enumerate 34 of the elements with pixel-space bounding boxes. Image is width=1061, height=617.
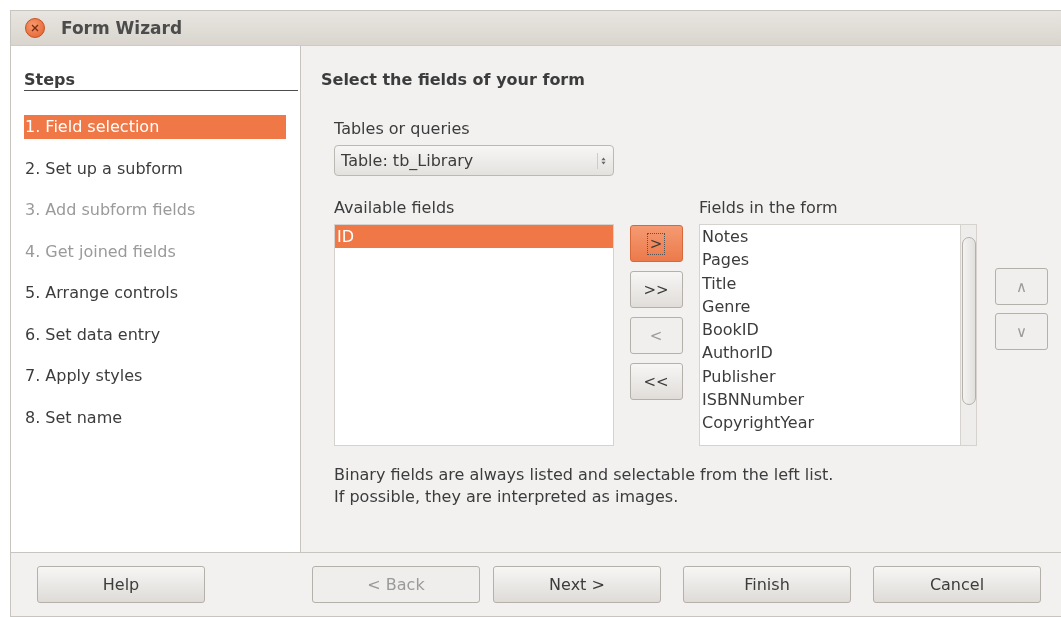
step-item[interactable]: 5. Arrange controls	[24, 281, 286, 305]
dialog-button[interactable]: Cancel	[873, 566, 1041, 603]
list-item[interactable]: Title	[700, 271, 960, 295]
note-text: Binary fields are always listed and selectable from the left list. If possible, they are interpreted as images.	[334, 464, 835, 508]
steps-title: Steps	[24, 70, 298, 91]
dialog-button[interactable]: Finish	[683, 566, 851, 603]
list-item[interactable]: AuthorID	[700, 341, 960, 365]
step-item[interactable]: 6. Set data entry	[24, 322, 286, 347]
move-button[interactable]: >>	[629, 271, 683, 308]
list-item[interactable]: BookID	[700, 318, 960, 342]
page-heading: Select the fields of your form	[321, 70, 586, 89]
window-title: Form Wizard	[61, 18, 183, 38]
close-icon	[31, 24, 39, 32]
list-item[interactable]: Pages	[700, 248, 960, 272]
spinner-icon	[597, 152, 607, 169]
list-item[interactable]: CopyrightYear	[700, 411, 960, 435]
move-button[interactable]: <<	[629, 363, 683, 400]
scrollbar[interactable]	[960, 225, 976, 445]
list-item[interactable]: Genre	[700, 294, 960, 319]
step-item[interactable]: 2. Set up a subform	[24, 156, 286, 181]
step-item[interactable]: 8. Set name	[24, 405, 286, 430]
dialog-button[interactable]: Help	[37, 566, 205, 603]
move-button[interactable]: >	[629, 225, 683, 262]
step-item[interactable]: 7. Apply styles	[24, 364, 286, 388]
form-fields-list[interactable]: Notes Pages Title Genre BookID AuthorID Publisher ISBNNumber CopyrightYear	[699, 224, 977, 446]
list-item[interactable]: Publisher	[700, 364, 960, 389]
close-button[interactable]	[25, 18, 45, 38]
list-item[interactable]: Notes	[700, 225, 960, 249]
tables-select[interactable]: Table: tb_Library	[334, 145, 614, 176]
list-item[interactable]: ISBNNumber	[700, 388, 960, 412]
tables-label: Tables or queries	[334, 119, 471, 138]
available-fields-label: Available fields	[334, 198, 456, 217]
dialog-button[interactable]: Next >	[493, 566, 661, 603]
form-fields-label: Fields in the form	[699, 198, 839, 217]
